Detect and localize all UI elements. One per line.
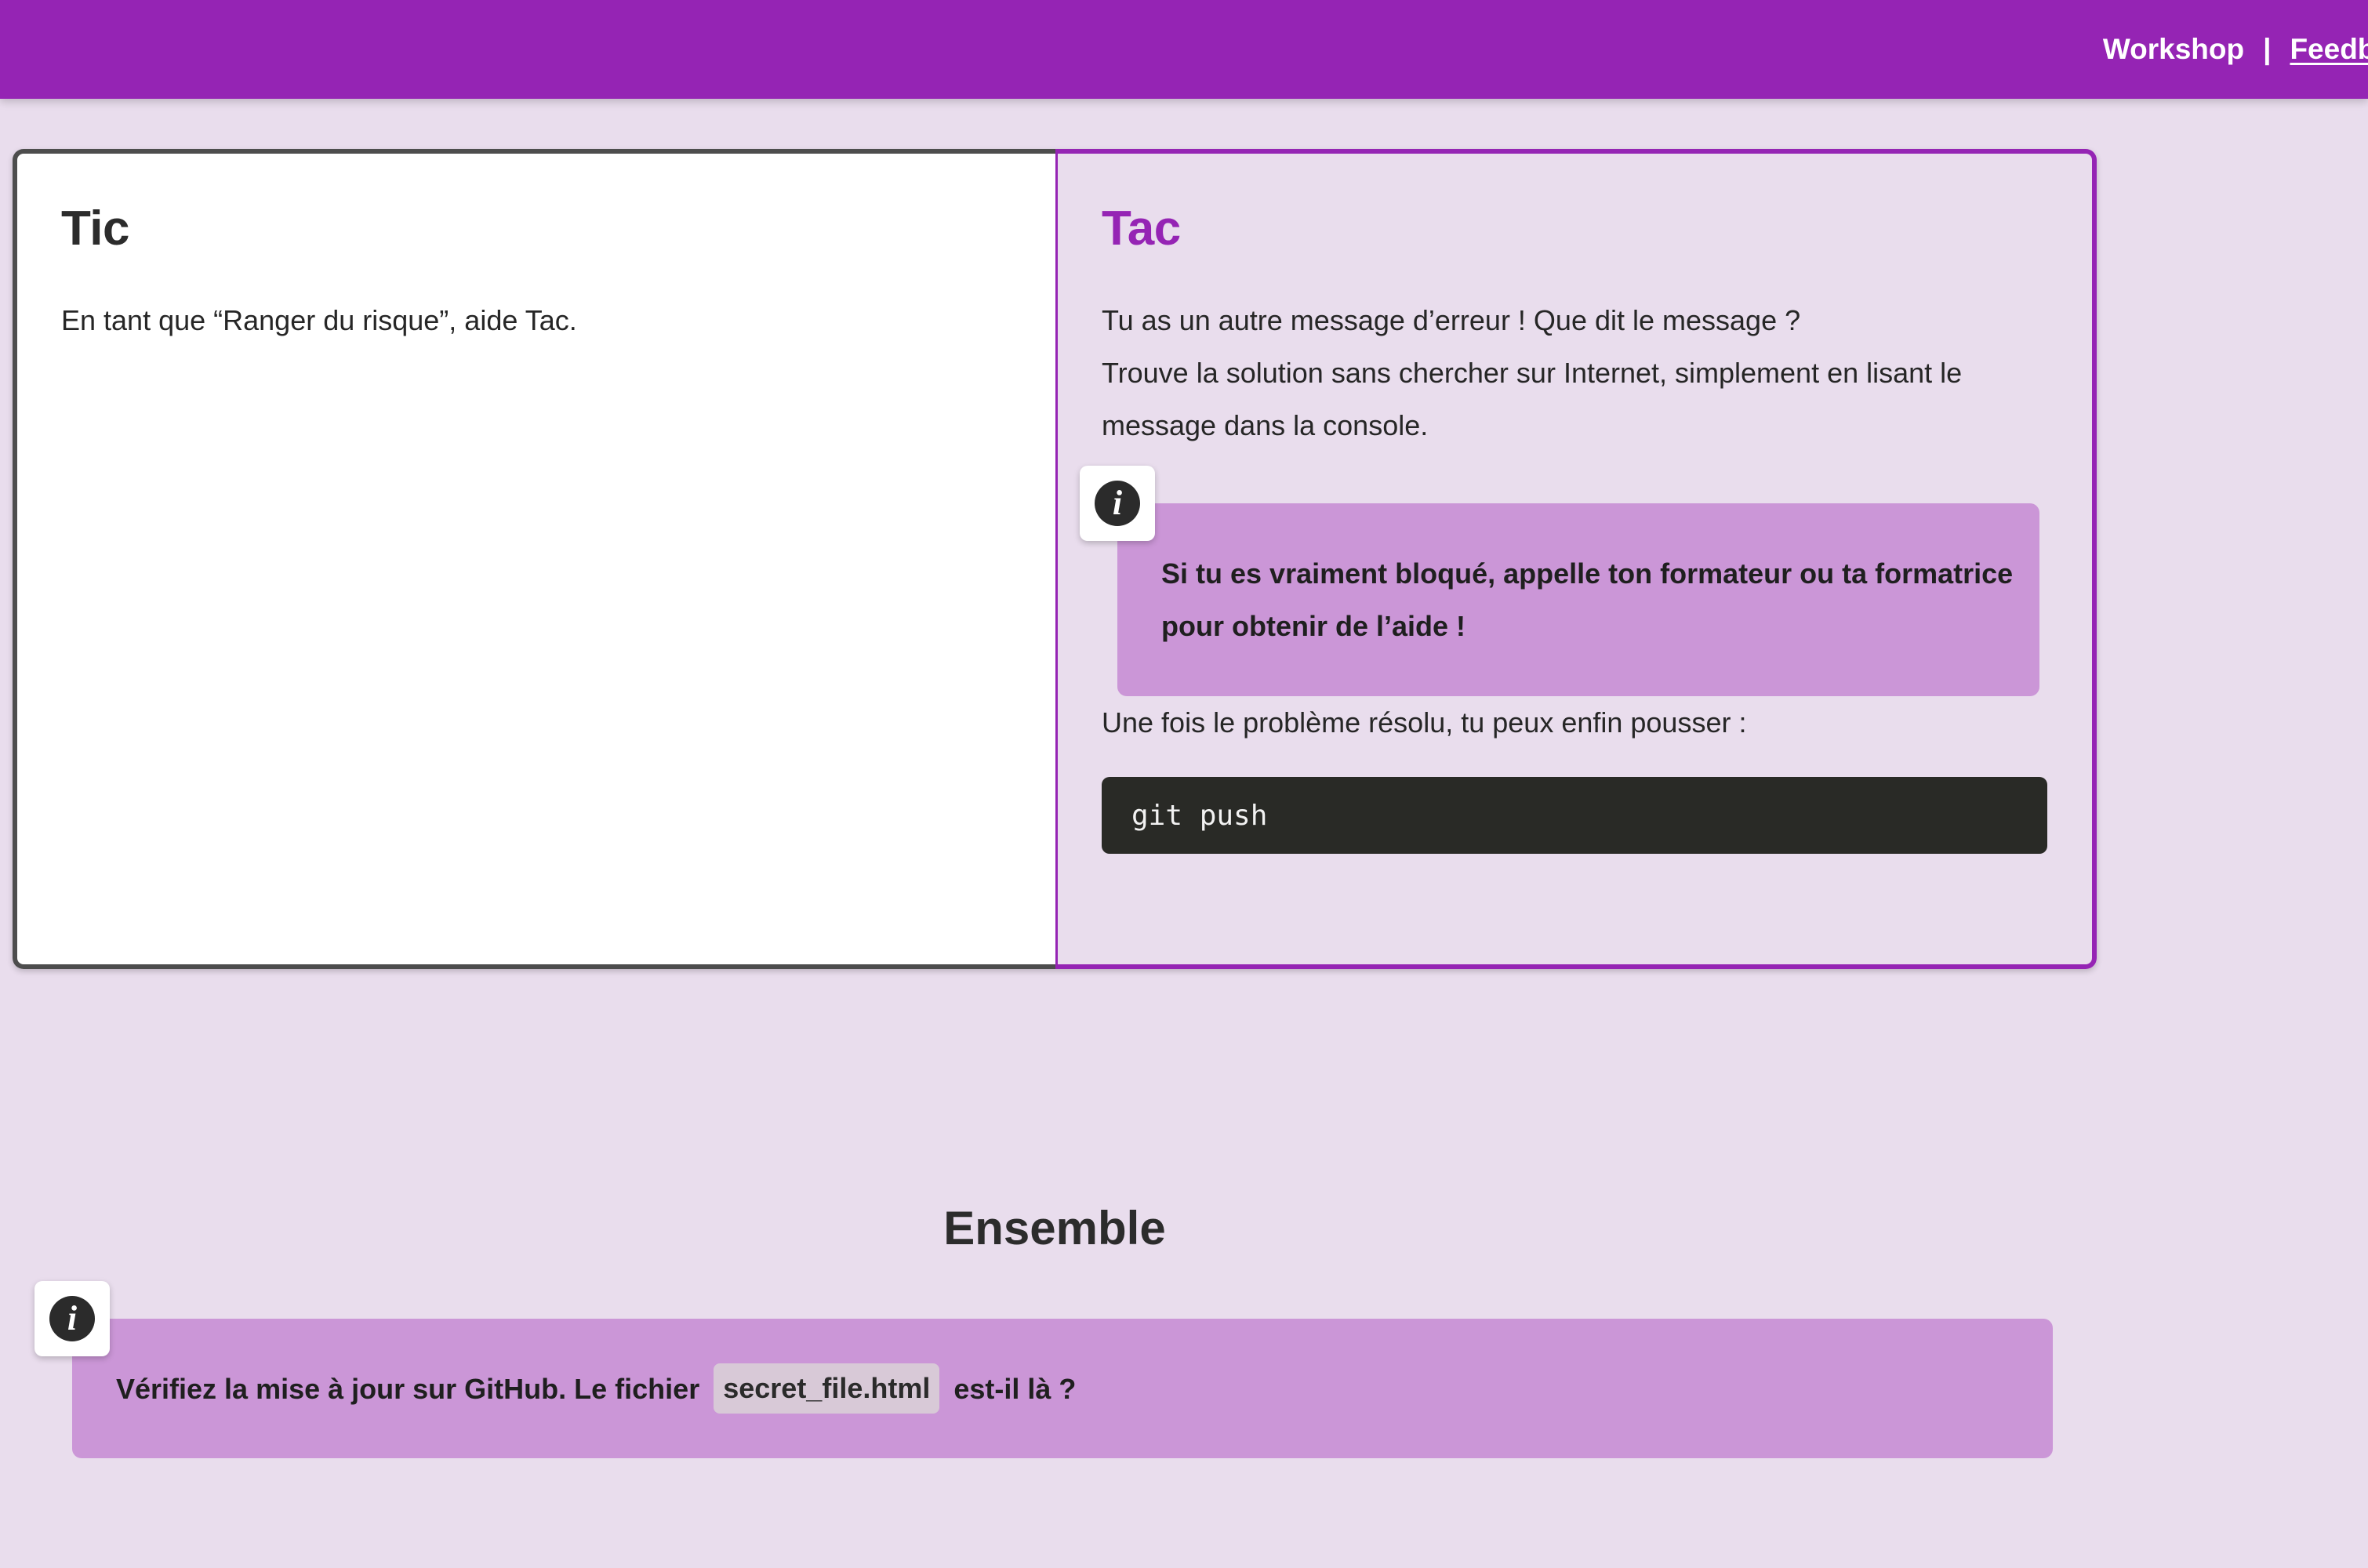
info-badge: i: [1080, 466, 1155, 541]
info-icon: i: [49, 1296, 95, 1341]
info-badge: i: [35, 1281, 110, 1356]
panel-tac-intro: Tu as un autre message d’erreur ! Que di…: [1102, 294, 2048, 452]
ensemble-note: i Vérifiez la mise à jour sur GitHub. Le…: [35, 1281, 2053, 1458]
code-text: git push: [1131, 799, 1268, 832]
panel-tac: Tac Tu as un autre message d’erreur ! Qu…: [1055, 149, 2097, 969]
panel-tic-title: Tic: [61, 201, 129, 256]
ensemble-note-text: Vérifiez la mise à jour sur GitHub. Le f…: [116, 1363, 1076, 1415]
nav-separator: |: [2263, 33, 2272, 65]
panel-tac-intro-line1: Tu as un autre message d’erreur ! Que di…: [1102, 304, 1801, 336]
panel-tac-intro-line2: Trouve la solution sans chercher sur Int…: [1102, 357, 1963, 441]
ensemble-note-after: est-il là ?: [953, 1372, 1077, 1405]
ensemble-note-before: Vérifiez la mise à jour sur GitHub. Le f…: [116, 1372, 700, 1405]
code-block[interactable]: git push: [1102, 777, 2047, 854]
nav-feedback-link[interactable]: Feedba: [2290, 33, 2368, 66]
ensemble-title: Ensemble: [943, 1202, 1166, 1254]
push-instruction: Une fois le problème résolu, tu peux enf…: [1102, 706, 1747, 739]
inline-code-filename: secret_file.html: [714, 1363, 940, 1414]
info-icon: i: [1095, 481, 1140, 526]
top-bar: Workshop | Feedba: [0, 0, 2368, 99]
panel-tac-title: Tac: [1102, 201, 1181, 256]
panel-tic-text: En tant que “Ranger du risque”, aide Tac…: [61, 304, 577, 336]
help-note-text: Si tu es vraiment bloqué, appelle ton fo…: [1161, 557, 2014, 642]
help-note: i Si tu es vraiment bloqué, appelle ton …: [1080, 466, 2039, 696]
panel-tic: Tic En tant que “Ranger du risque”, aide…: [13, 149, 1055, 969]
nav-workshop[interactable]: Workshop: [2103, 33, 2244, 66]
top-nav: Workshop | Feedba: [2103, 0, 2368, 99]
tic-tac-panels: Tic En tant que “Ranger du risque”, aide…: [13, 149, 2097, 969]
